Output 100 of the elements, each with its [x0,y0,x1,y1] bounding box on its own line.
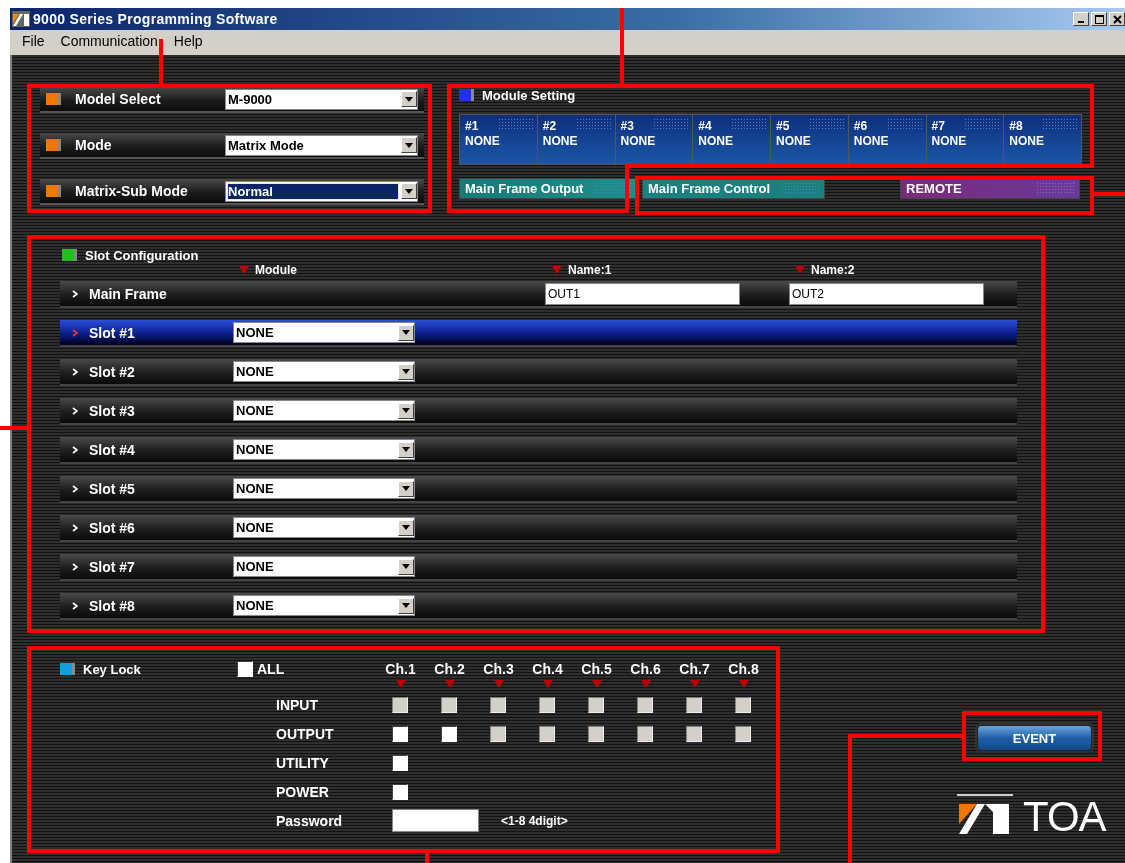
slot-row[interactable]: Slot #7 NONE [60,554,1017,581]
module-number: #1 [465,119,479,134]
frame-button[interactable]: Main Frame Control [642,178,825,199]
module-dropdown[interactable]: NONE [233,517,415,538]
app-logo-icon [12,11,30,27]
row-label: Slot #4 [89,441,136,458]
slot-row[interactable]: Slot #4 NONE [60,437,1017,464]
channel-label: Ch.7 [678,661,711,677]
chevron-icon [72,406,78,415]
marker-icon [444,680,455,688]
caret-icon [402,603,410,608]
row-label: OUTPUT [276,725,335,742]
maximize-button[interactable] [1091,12,1107,26]
checkbox[interactable] [237,661,253,677]
checkbox[interactable] [392,725,408,742]
row-label: Slot #8 [89,597,136,614]
module-name: NONE [698,134,733,149]
module-card[interactable]: #5 NONE [771,115,848,164]
marker-icon [493,680,504,688]
slot-row[interactable]: Slot #3 NONE [60,398,1017,425]
module-name: NONE [1009,134,1044,149]
caret-icon [402,525,410,530]
module-card[interactable]: #8 NONE [1004,115,1081,164]
module-number: #4 [698,119,712,134]
square-icon [459,89,474,101]
menu-item[interactable]: Help [165,33,211,49]
chevron-icon [72,484,78,493]
module-dropdown[interactable]: NONE [233,595,415,616]
chevron-icon [72,445,78,454]
slot-row[interactable]: Slot #6 NONE [60,515,1017,542]
module-dropdown[interactable]: NONE [233,439,415,460]
caret-icon [405,142,413,148]
setting-dropdown[interactable]: Normal [225,180,418,202]
module-dropdown[interactable]: NONE [233,478,415,499]
square-icon [46,93,61,105]
module-number: #6 [853,119,868,134]
frame-button[interactable]: Main Frame Output [459,178,637,199]
chevron-icon [72,367,78,376]
caret-icon [402,369,410,374]
channel-label: Ch.6 [629,661,662,677]
chevron-icon [72,601,78,610]
marker-icon [738,680,749,688]
row-label: INPUT [276,696,319,713]
setting-dropdown[interactable]: Matrix Mode [225,134,418,156]
close-button[interactable] [1109,12,1125,26]
checkbox[interactable] [392,783,408,800]
section-title: Slot Configuration [85,247,199,263]
square-icon [62,249,77,261]
slot-row[interactable]: Slot #2 NONE [60,359,1017,386]
module-card[interactable]: #2 NONE [537,115,615,164]
channel-label: Ch.2 [433,661,466,677]
row-label: UTILITY [276,754,330,771]
leader-line [0,426,27,430]
module-dropdown[interactable]: NONE [233,400,415,421]
module-card[interactable]: #7 NONE [926,115,1004,164]
menu-item[interactable]: File [14,33,53,49]
marker-icon [689,680,700,688]
minimize-icon [1078,21,1084,23]
chevron-icon [72,562,78,571]
row-label: Slot #6 [89,519,136,536]
caret-icon [402,486,410,491]
frame-button[interactable]: REMOTE [900,178,1080,199]
module-name: NONE [465,134,500,149]
marker-icon [795,266,805,274]
module-card[interactable]: #1 NONE [460,115,537,164]
channel-label: Ch.8 [727,661,760,677]
checkbox[interactable] [392,754,408,771]
column-header: Module [255,263,297,277]
module-name: NONE [776,134,811,149]
row-label: Slot #7 [89,558,136,575]
minimize-button[interactable] [1073,12,1089,26]
slot-row[interactable]: Slot #5 NONE [60,476,1017,503]
main-frame-row[interactable]: Main Frame OUT1 OUT2 [60,281,1017,308]
slot-row[interactable]: Slot #8 NONE [60,593,1017,620]
chevron-icon [72,328,78,337]
module-dropdown[interactable]: NONE [233,556,415,577]
maximize-icon [1093,13,1105,25]
menu-item[interactable]: Communication [52,33,166,49]
marker-icon [542,680,553,688]
name-field[interactable]: OUT1 [545,282,740,305]
close-icon [1111,13,1123,25]
checkbox[interactable] [441,725,457,742]
logo-text: TOA [1023,798,1106,836]
channel-label: Ch.4 [531,661,564,677]
leader-line [425,853,429,863]
caret-icon [402,447,410,452]
module-dropdown[interactable]: NONE [233,322,415,343]
module-dropdown[interactable]: NONE [233,361,415,382]
module-card[interactable]: #3 NONE [615,115,693,164]
password-field[interactable] [392,809,479,832]
channel-label: Ch.5 [580,661,613,677]
setting-label: Model Select [75,91,162,107]
event-button[interactable]: EVENT [977,725,1092,751]
slot-row[interactable]: Slot #1 NONE [60,320,1017,347]
square-icon [46,185,61,197]
name-field[interactable]: OUT2 [789,282,984,305]
module-card[interactable]: #4 NONE [693,115,770,164]
module-card[interactable]: #6 NONE [848,115,926,164]
setting-dropdown[interactable]: M-9000 [225,88,418,110]
row-label: Slot #1 [89,324,136,341]
